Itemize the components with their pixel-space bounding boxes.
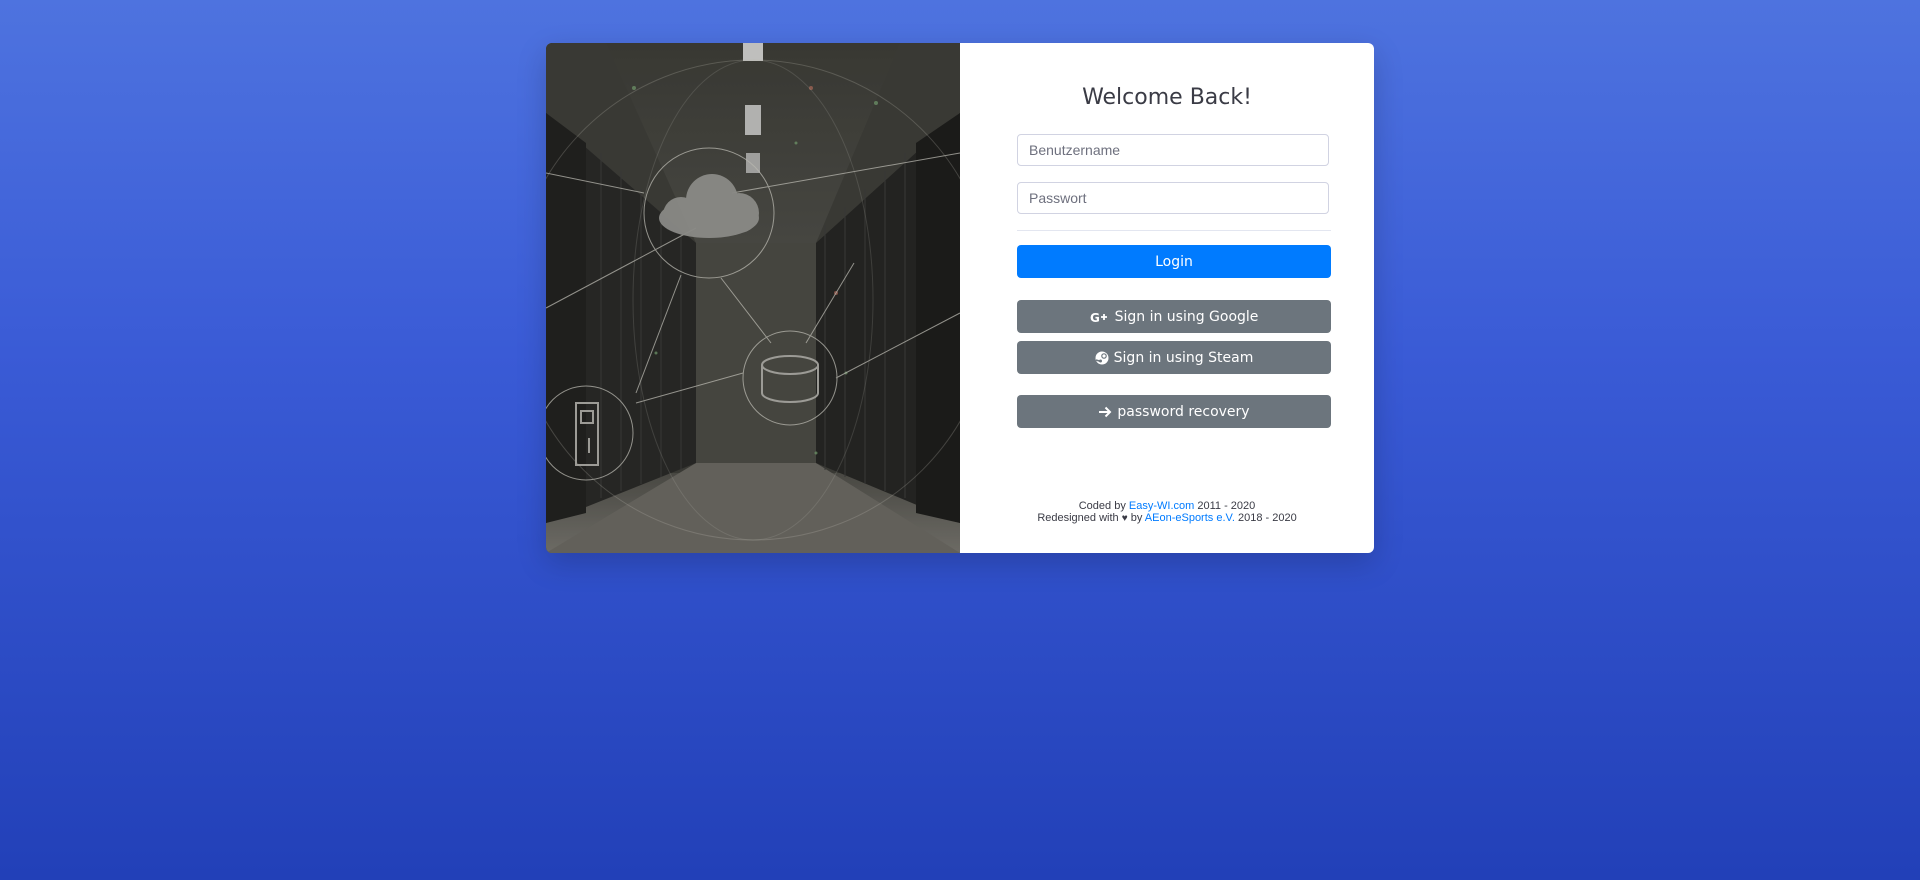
login-card: Welcome Back! Login G Sign in using Goog… (546, 43, 1374, 553)
login-button-label: Login (1155, 253, 1193, 270)
divider (1017, 230, 1331, 231)
steam-signin-button[interactable]: Sign in using Steam (1017, 341, 1331, 374)
arrow-right-icon (1098, 406, 1112, 418)
server-room-image (546, 43, 960, 553)
page-title: Welcome Back! (1082, 85, 1252, 110)
password-recovery-label: password recovery (1117, 403, 1250, 420)
google-signin-label: Sign in using Google (1114, 308, 1259, 325)
steam-signin-label: Sign in using Steam (1113, 349, 1254, 366)
svg-text:G: G (1090, 311, 1100, 323)
footer-line-coded: Coded by Easy-WI.com 2011 - 2020 (960, 500, 1374, 512)
password-recovery-button[interactable]: password recovery (1017, 395, 1331, 428)
footer-text: Redesigned with (1037, 512, 1119, 524)
login-button[interactable]: Login (1017, 245, 1331, 278)
footer-text: Coded by (1078, 500, 1126, 512)
username-input[interactable] (1017, 134, 1329, 166)
google-plus-icon: G (1090, 311, 1110, 323)
footer-years: 2018 - 2020 (1237, 512, 1297, 524)
password-input[interactable] (1017, 182, 1329, 214)
steam-icon (1095, 351, 1109, 365)
heart-icon: ♥ (1121, 513, 1128, 524)
footer-line-redesigned: Redesigned with ♥ by AEon-eSports e.V. 2… (960, 512, 1374, 525)
google-signin-button[interactable]: G Sign in using Google (1017, 300, 1331, 333)
footer-text: by (1130, 512, 1143, 524)
footer-years: 2011 - 2020 (1197, 500, 1256, 512)
login-form: Welcome Back! Login G Sign in using Goog… (960, 43, 1374, 553)
easy-wi-link[interactable]: Easy-WI.com (1129, 500, 1194, 512)
footer-credits: Coded by Easy-WI.com 2011 - 2020 Redesig… (960, 500, 1374, 525)
aeon-esports-link[interactable]: AEon-eSports e.V. (1145, 512, 1235, 524)
cloud-network-illustration (546, 43, 960, 553)
